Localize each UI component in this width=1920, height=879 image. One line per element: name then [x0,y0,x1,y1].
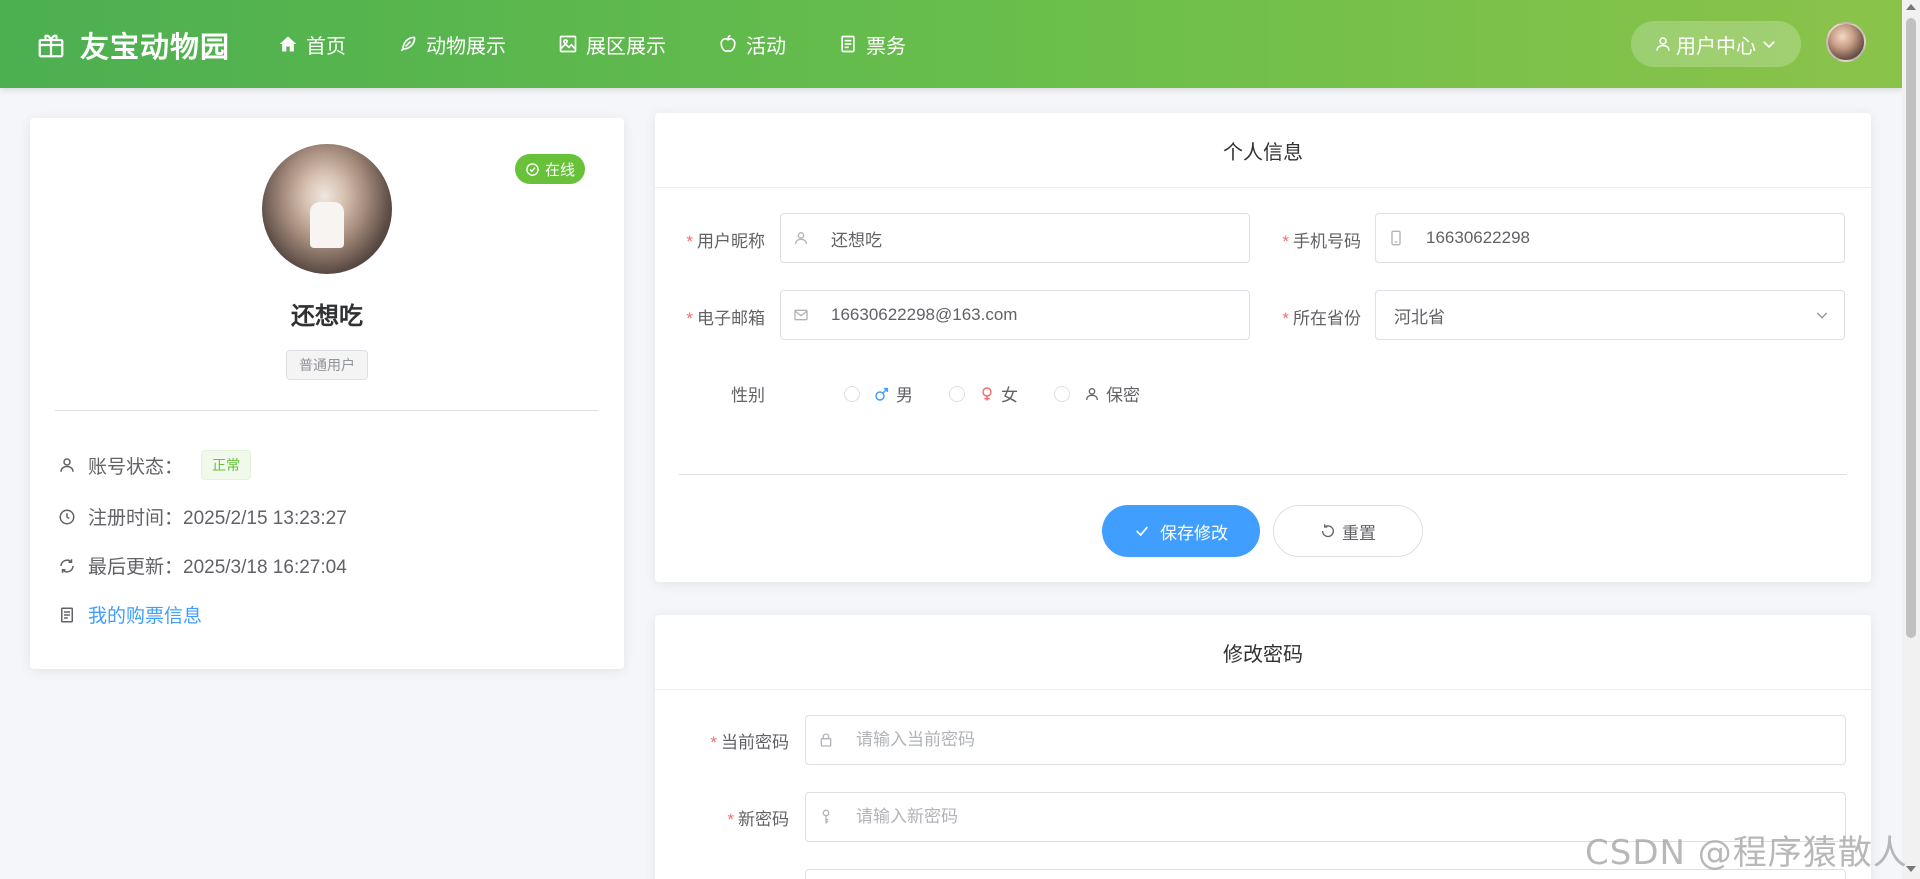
divider [679,474,1847,475]
role-tag: 普通用户 [286,350,368,380]
nav-item-label: 动物展示 [426,35,506,58]
current-password-input[interactable] [856,730,1845,750]
chevron-down-icon [1816,312,1828,319]
document-icon [841,35,855,53]
refresh-icon [60,558,74,573]
online-badge: 在线 [515,154,586,184]
gender-secret-radio[interactable]: 保密 [1054,381,1140,406]
radio-circle[interactable] [949,385,965,402]
nickname-input[interactable] [831,228,1249,248]
nav-item-animals[interactable]: 动物展示 [398,30,506,59]
picture-icon [559,35,577,53]
email-input[interactable] [831,305,1249,325]
radio-circle[interactable] [844,385,860,402]
clock-icon [59,509,75,524]
last-update: 最后更新：2025/3/18 16:27:04 [88,557,347,578]
gender-label: 性别 [731,386,765,405]
key-icon [822,809,830,824]
current-password-label: * 当前密码 [710,733,789,752]
new-password-label: * 新密码 [727,810,789,829]
radio-circle[interactable] [1054,385,1070,402]
logo[interactable]: 友宝动物园 [36,24,230,66]
radio-label: 女 [1001,386,1018,405]
current-password-field[interactable] [805,715,1846,765]
save-button-label: 保存修改 [1160,523,1228,543]
gift-icon [38,34,64,58]
my-tickets-link[interactable]: 我的购票信息 [88,601,202,628]
gender-female-radio[interactable]: 女 [949,381,1018,406]
user-icon [60,458,74,472]
nav-item-exhibits[interactable]: 展区展示 [558,30,666,59]
page-scrollbar[interactable] [1902,0,1920,879]
register-time-row: 注册时间：2025/2/15 13:23:27 [58,503,347,530]
nav-item-home[interactable]: 首页 [278,30,346,59]
home-icon [279,36,297,52]
nav-item-label: 展区展示 [586,35,666,58]
save-button[interactable]: 保存修改 [1102,505,1260,557]
phone-input[interactable] [1426,228,1844,248]
header-avatar[interactable] [1826,22,1866,62]
female-icon [982,386,992,401]
profile-name: 还想吃 [291,303,363,330]
province-value: 河北省 [1394,307,1445,327]
gender-male-radio[interactable]: 男 [844,381,913,406]
document-icon [61,607,73,622]
nav-item-label: 活动 [746,35,786,58]
user-icon [1086,387,1098,400]
panel-title: 修改密码 [655,615,1871,690]
chevron-down-icon [1763,41,1775,49]
main-nav: 首页 动物展示 展区展示 活动 票务 [278,0,958,88]
ticket-info-row[interactable]: 我的购票信息 [58,601,202,628]
phone-field[interactable] [1375,213,1845,263]
phone-label: * 手机号码 [1282,232,1361,251]
personal-info-panel: 个人信息 *用户昵称 *手机号码 *电子邮箱 *所在省份 河北省 性别 男 [655,113,1871,582]
phone-icon [1391,230,1401,246]
panel-title: 个人信息 [655,113,1871,188]
email-field[interactable] [780,290,1250,340]
gender-radio-group: 男 女 保密 [844,381,1176,406]
nav-item-label: 票务 [866,35,906,58]
profile-avatar [262,144,392,274]
reset-button-label: 重置 [1342,523,1376,543]
new-password-input[interactable] [856,807,1845,827]
province-label: * 所在省份 [1282,309,1361,328]
account-status-row: 账号状态： 正常 [58,450,252,480]
refresh-icon [1321,524,1334,538]
watermark: CSDN @程序猿散人 [1585,833,1908,873]
profile-card: 在线 还想吃 普通用户 账号状态： 正常 注册时间：2025/2/15 13:2… [30,118,624,669]
status-tag: 正常 [201,450,252,480]
lock-icon [820,733,832,747]
reset-button[interactable]: 重置 [1273,505,1423,557]
register-time: 注册时间：2025/2/15 13:23:27 [88,508,347,529]
radio-label: 保密 [1106,386,1140,405]
nav-item-tickets[interactable]: 票务 [838,30,906,59]
check-circle-icon [526,162,539,176]
check-icon [1136,526,1148,537]
male-icon [875,387,889,401]
nav-item-activities[interactable]: 活动 [718,30,786,59]
scroll-thumb[interactable] [1906,18,1916,638]
logo-text: 友宝动物园 [80,32,231,64]
email-label: * 电子邮箱 [686,309,765,328]
scroll-up-arrow[interactable] [1906,4,1916,10]
user-icon [795,232,807,245]
divider [55,410,598,411]
province-select[interactable]: 河北省 [1375,290,1845,340]
apple-icon [720,34,736,52]
top-navbar: 友宝动物园 首页 动物展示 展区展示 活动 票务 用户中心 [0,0,1902,88]
online-label: 在线 [545,161,576,179]
last-update-row: 最后更新：2025/3/18 16:27:04 [58,552,347,579]
user-center-label: 用户中心 [1676,35,1756,58]
nickname-label: * 用户昵称 [686,232,765,251]
nav-item-label: 首页 [306,35,346,58]
nickname-field[interactable] [780,213,1250,263]
mail-icon [794,309,808,321]
user-center-dropdown[interactable]: 用户中心 [1631,21,1801,67]
radio-label: 男 [896,386,913,405]
user-icon [1656,37,1670,51]
account-status-label: 账号状态： [88,456,184,478]
feather-icon [400,36,416,52]
